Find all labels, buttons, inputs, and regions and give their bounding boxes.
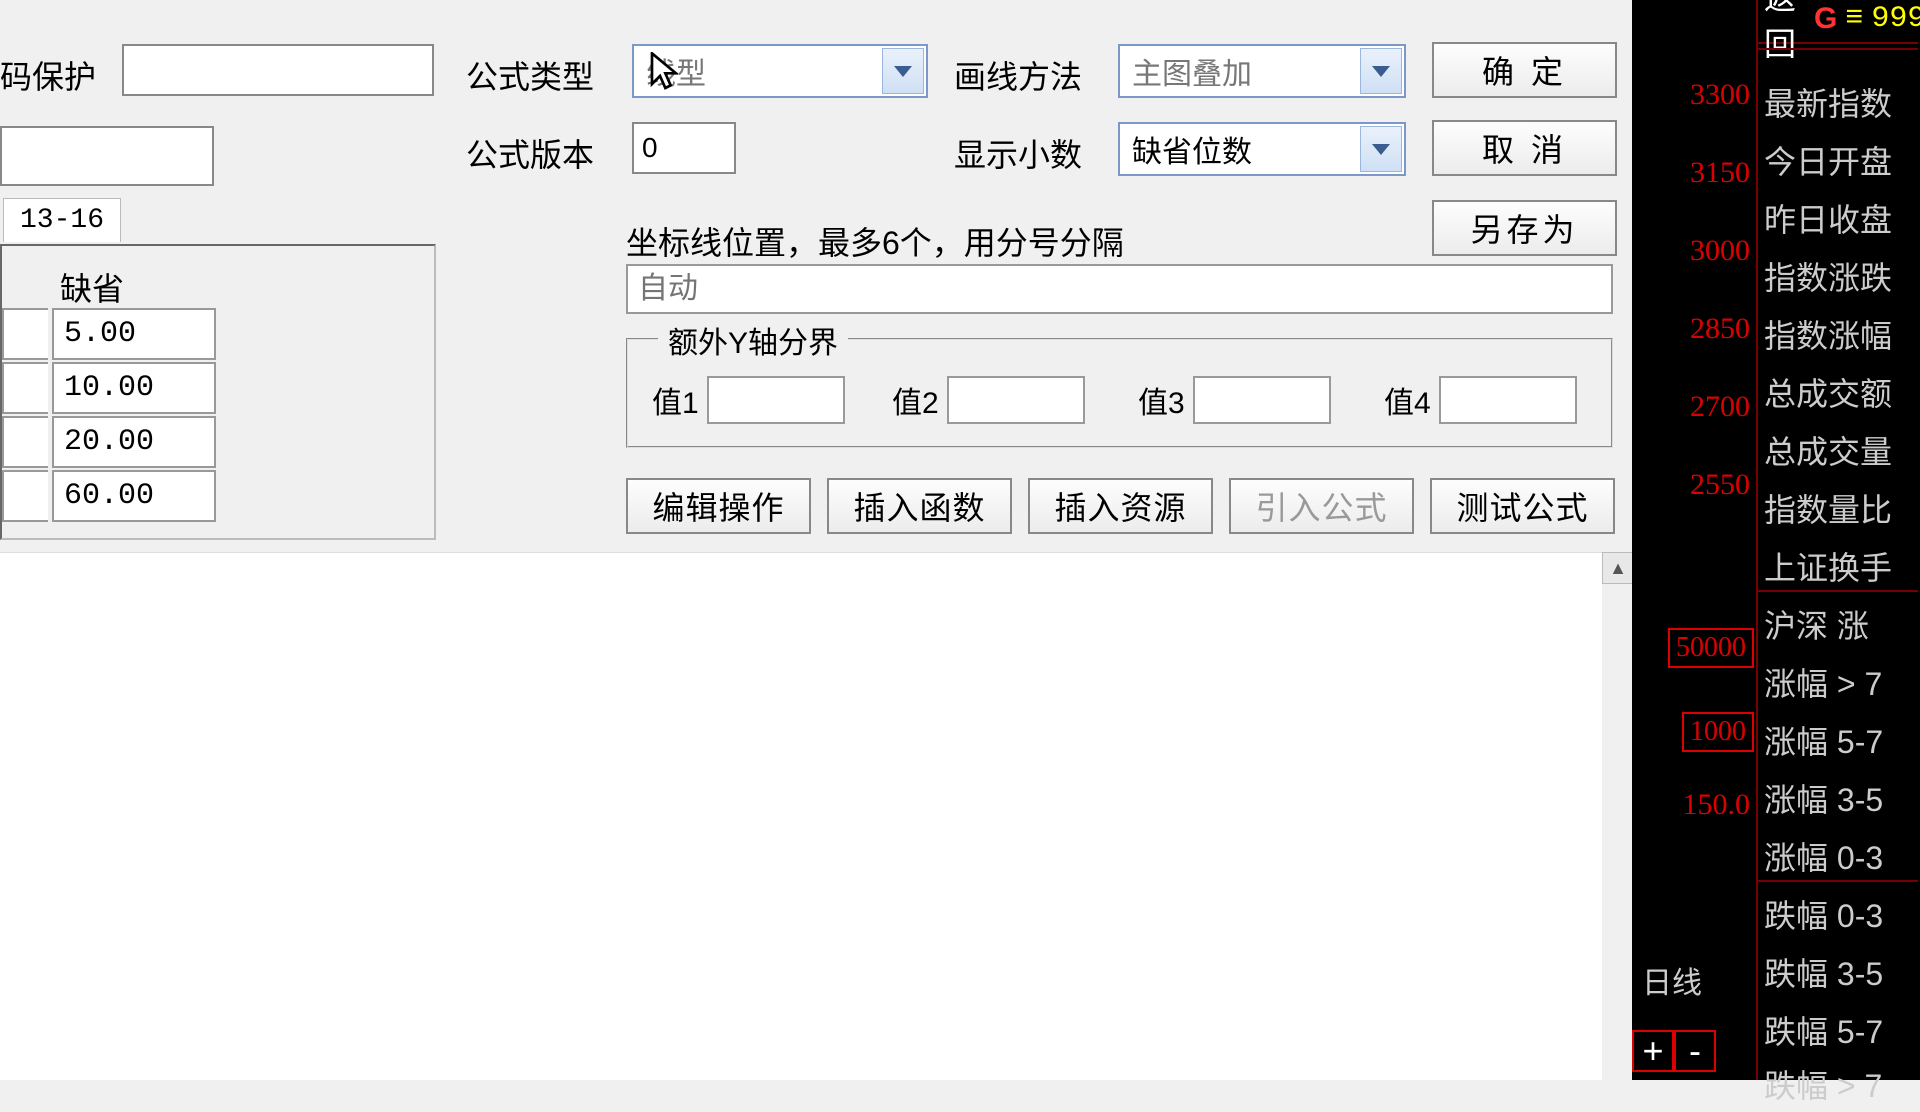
param-default-2[interactable] xyxy=(52,362,216,414)
period-label: 日线 xyxy=(1642,958,1702,1002)
market-row: 指数涨幅 xyxy=(1764,306,1920,362)
cancel-button[interactable]: 取 消 xyxy=(1432,120,1617,176)
market-row: 最新指数 xyxy=(1764,74,1920,130)
ok-button[interactable]: 确 定 xyxy=(1432,42,1617,98)
insert-res-button[interactable]: 插入资源 xyxy=(1028,478,1213,534)
market-row: 跌幅 0-3 xyxy=(1764,886,1920,942)
formula-toolbar: 编辑操作 插入函数 插入资源 引入公式 测试公式 xyxy=(626,478,1615,534)
formula-type-label: 公式类型 xyxy=(466,52,594,98)
param-tabs: 13-16 xyxy=(3,198,121,244)
param-default-header: 缺省 xyxy=(60,264,124,310)
axis-tick: 3300 xyxy=(1690,78,1750,112)
market-row: 昨日收盘 xyxy=(1764,190,1920,246)
code-g: G xyxy=(1814,2,1837,36)
code-eq: ≡ xyxy=(1845,2,1863,36)
market-row: 涨幅 3-5 xyxy=(1764,770,1920,826)
draw-method-label: 画线方法 xyxy=(954,52,1082,98)
market-row: 涨幅 5-7 xyxy=(1764,712,1920,768)
axis-tick: 150.0 xyxy=(1683,788,1751,822)
param-defaults-panel: 缺省 xyxy=(0,244,436,540)
password-input[interactable] xyxy=(122,44,434,96)
chevron-down-icon xyxy=(1360,48,1402,94)
axis-tick: 2550 xyxy=(1690,468,1750,502)
axis-tick: 2850 xyxy=(1690,312,1750,346)
code-num: 999 xyxy=(1871,2,1920,36)
axis-tick: 3150 xyxy=(1690,156,1750,190)
formula-code-editor[interactable] xyxy=(0,552,1602,1080)
yaxis-val1-label: 值1 xyxy=(652,378,699,422)
market-row: 跌幅 5-7 xyxy=(1764,1002,1920,1058)
test-formula-button[interactable]: 测试公式 xyxy=(1430,478,1615,534)
yaxis-val4-input[interactable] xyxy=(1439,376,1577,424)
market-row: 指数涨跌 xyxy=(1764,248,1920,304)
coord-lines-label: 坐标线位置，最多6个，用分号分隔 xyxy=(626,218,1124,264)
decimal-value: 缺省位数 xyxy=(1132,127,1252,171)
param-default-3[interactable] xyxy=(52,416,216,468)
zoom-out-button[interactable]: - xyxy=(1674,1030,1716,1072)
param-left-1[interactable] xyxy=(2,308,48,360)
draw-method-combo[interactable]: 主图叠加 xyxy=(1118,44,1406,98)
decimal-label: 显示小数 xyxy=(954,130,1082,176)
zoom-in-button[interactable]: + xyxy=(1632,1030,1674,1072)
param-default-1[interactable] xyxy=(52,308,216,360)
chevron-down-icon xyxy=(882,48,924,94)
market-row: 上证换手 xyxy=(1764,538,1920,594)
market-row: 跌幅 > 7 xyxy=(1764,1056,1920,1112)
saveas-button[interactable]: 另存为 xyxy=(1432,200,1617,256)
axis-tick: 2700 xyxy=(1690,390,1750,424)
decimal-combo[interactable]: 缺省位数 xyxy=(1118,122,1406,176)
import-formula-button[interactable]: 引入公式 xyxy=(1229,478,1414,534)
market-row: 总成交量 xyxy=(1764,422,1920,478)
market-row: 今日开盘 xyxy=(1764,132,1920,188)
formula-version-input[interactable] xyxy=(632,122,736,174)
formula-editor-dialog: 码保护 公式类型 线型 画线方法 主图叠加 确 定 公式版本 显示小数 缺省位数… xyxy=(0,0,1640,1080)
tab-13-16[interactable]: 13-16 xyxy=(3,198,121,242)
formula-version-label: 公式版本 xyxy=(466,130,594,176)
password-protect-label: 码保护 xyxy=(0,52,96,98)
yaxis-val3-input[interactable] xyxy=(1193,376,1331,424)
yaxis-val1-input[interactable] xyxy=(707,376,845,424)
axis-tick-box: 1000 xyxy=(1682,712,1754,752)
return-button[interactable]: 返回 xyxy=(1764,0,1796,65)
edit-op-button[interactable]: 编辑操作 xyxy=(626,478,811,534)
market-row: 涨幅 > 7 xyxy=(1764,654,1920,710)
yaxis-val4-label: 值4 xyxy=(1384,378,1431,422)
yaxis-val2-label: 值2 xyxy=(892,378,939,422)
market-labels-column: 返回 G ≡ 999 最新指数 今日开盘 昨日收盘 指数涨跌 指数涨幅 总成交额… xyxy=(1758,0,1918,1080)
mouse-cursor-icon xyxy=(650,52,678,92)
market-row: 指数量比 xyxy=(1764,480,1920,536)
param-left-3[interactable] xyxy=(2,416,48,468)
yaxis-val3-label: 值3 xyxy=(1138,378,1185,422)
param-left-2[interactable] xyxy=(2,362,48,414)
extra-yaxis-legend: 额外Y轴分界 xyxy=(658,318,848,362)
param-left-4[interactable] xyxy=(2,470,48,522)
market-side-panel: 3300 3150 3000 2850 2700 2550 50000 1000… xyxy=(1632,0,1920,1080)
extra-yaxis-group: 额外Y轴分界 值1 值2 值3 值4 xyxy=(626,338,1613,448)
param-default-4[interactable] xyxy=(52,470,216,522)
market-row: 跌幅 3-5 xyxy=(1764,944,1920,1000)
market-row: 沪深 涨 xyxy=(1764,596,1920,652)
chart-axis-column: 3300 3150 3000 2850 2700 2550 50000 1000… xyxy=(1632,0,1758,1080)
yaxis-val2-input[interactable] xyxy=(947,376,1085,424)
market-row: 涨幅 0-3 xyxy=(1764,828,1920,884)
desc-input[interactable] xyxy=(0,126,214,186)
draw-method-value: 主图叠加 xyxy=(1132,49,1252,93)
coord-lines-input[interactable] xyxy=(626,264,1613,314)
market-row: 总成交额 xyxy=(1764,364,1920,420)
axis-tick: 3000 xyxy=(1690,234,1750,268)
insert-fn-button[interactable]: 插入函数 xyxy=(827,478,1012,534)
chevron-down-icon xyxy=(1360,126,1402,172)
scroll-up-icon[interactable]: ▲ xyxy=(1602,552,1634,584)
axis-tick-box: 50000 xyxy=(1668,628,1754,668)
